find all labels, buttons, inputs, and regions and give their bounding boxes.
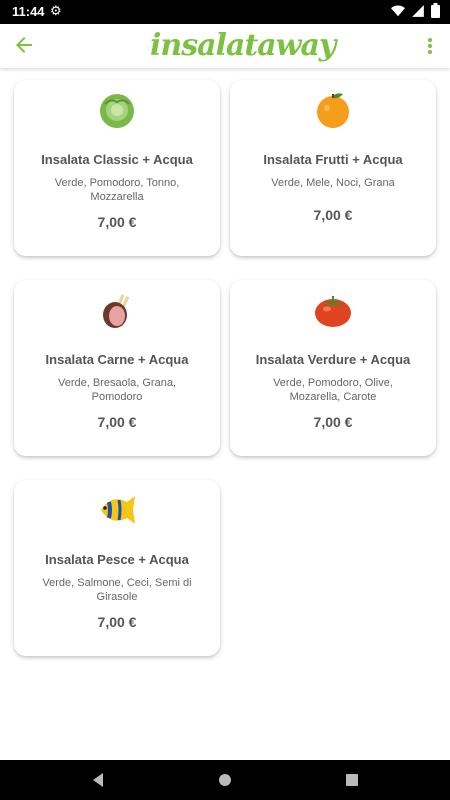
signal-icon — [412, 4, 424, 17]
product-name: Insalata Frutti + Acqua — [263, 152, 403, 167]
nav-recents-icon[interactable] — [342, 770, 362, 790]
battery-icon — [431, 3, 440, 18]
product-card[interactable]: Insalata Verdure + Acqua Verde, Pomodoro… — [230, 280, 436, 456]
product-ingredients: Verde, Pomodoro, Tonno, Mozzarella — [54, 177, 180, 203]
product-name: Insalata Verdure + Acqua — [255, 352, 411, 367]
product-name: Insalata Carne + Acqua — [45, 352, 189, 367]
nav-back-icon[interactable] — [88, 770, 108, 790]
product-name: Insalata Pesce + Acqua — [45, 552, 189, 567]
app-bar: insalataway — [0, 24, 450, 68]
product-name: Insalata Classic + Acqua — [41, 152, 193, 167]
overflow-menu-icon[interactable] — [422, 34, 438, 58]
product-price: 7,00 € — [97, 614, 137, 630]
meat-icon — [103, 294, 130, 328]
product-price: 7,00 € — [97, 214, 137, 230]
product-card[interactable]: Insalata Carne + Acqua Verde, Bresaola, … — [14, 280, 220, 456]
status-bar: 11:44 ⚙ — [0, 0, 450, 24]
status-time: 11:44 — [12, 4, 45, 19]
product-ingredients: Verde, Pomodoro, Olive, Mozarella, Carot… — [273, 377, 393, 403]
orange-icon — [317, 93, 349, 128]
product-card[interactable]: Insalata Pesce + Acqua Verde, Salmone, C… — [14, 480, 220, 656]
settings-gear-icon: ⚙ — [50, 3, 62, 18]
product-card[interactable]: Insalata Classic + Acqua Verde, Pomodoro… — [14, 80, 220, 256]
product-price: 7,00 € — [97, 414, 137, 430]
product-ingredients: Verde, Bresaola, Grana, Pomodoro — [57, 377, 176, 403]
product-price: 7,00 € — [313, 414, 353, 430]
product-ingredients: Verde, Mele, Noci, Grana — [271, 177, 395, 189]
nav-home-icon[interactable] — [215, 770, 235, 790]
product-ingredients: Verde, Salmone, Ceci, Semi di Girasole — [42, 577, 192, 603]
lettuce-icon — [100, 94, 134, 128]
wifi-icon — [391, 4, 405, 16]
product-card[interactable]: Insalata Frutti + Acqua Verde, Mele, Noc… — [230, 80, 436, 256]
app-logo: insalataway — [150, 28, 336, 63]
navigation-bar — [0, 760, 450, 800]
fish-icon — [101, 496, 135, 524]
tomato-icon — [315, 296, 351, 327]
status-icons — [391, 3, 440, 18]
product-price: 7,00 € — [313, 207, 353, 223]
back-arrow-icon[interactable] — [12, 33, 36, 57]
